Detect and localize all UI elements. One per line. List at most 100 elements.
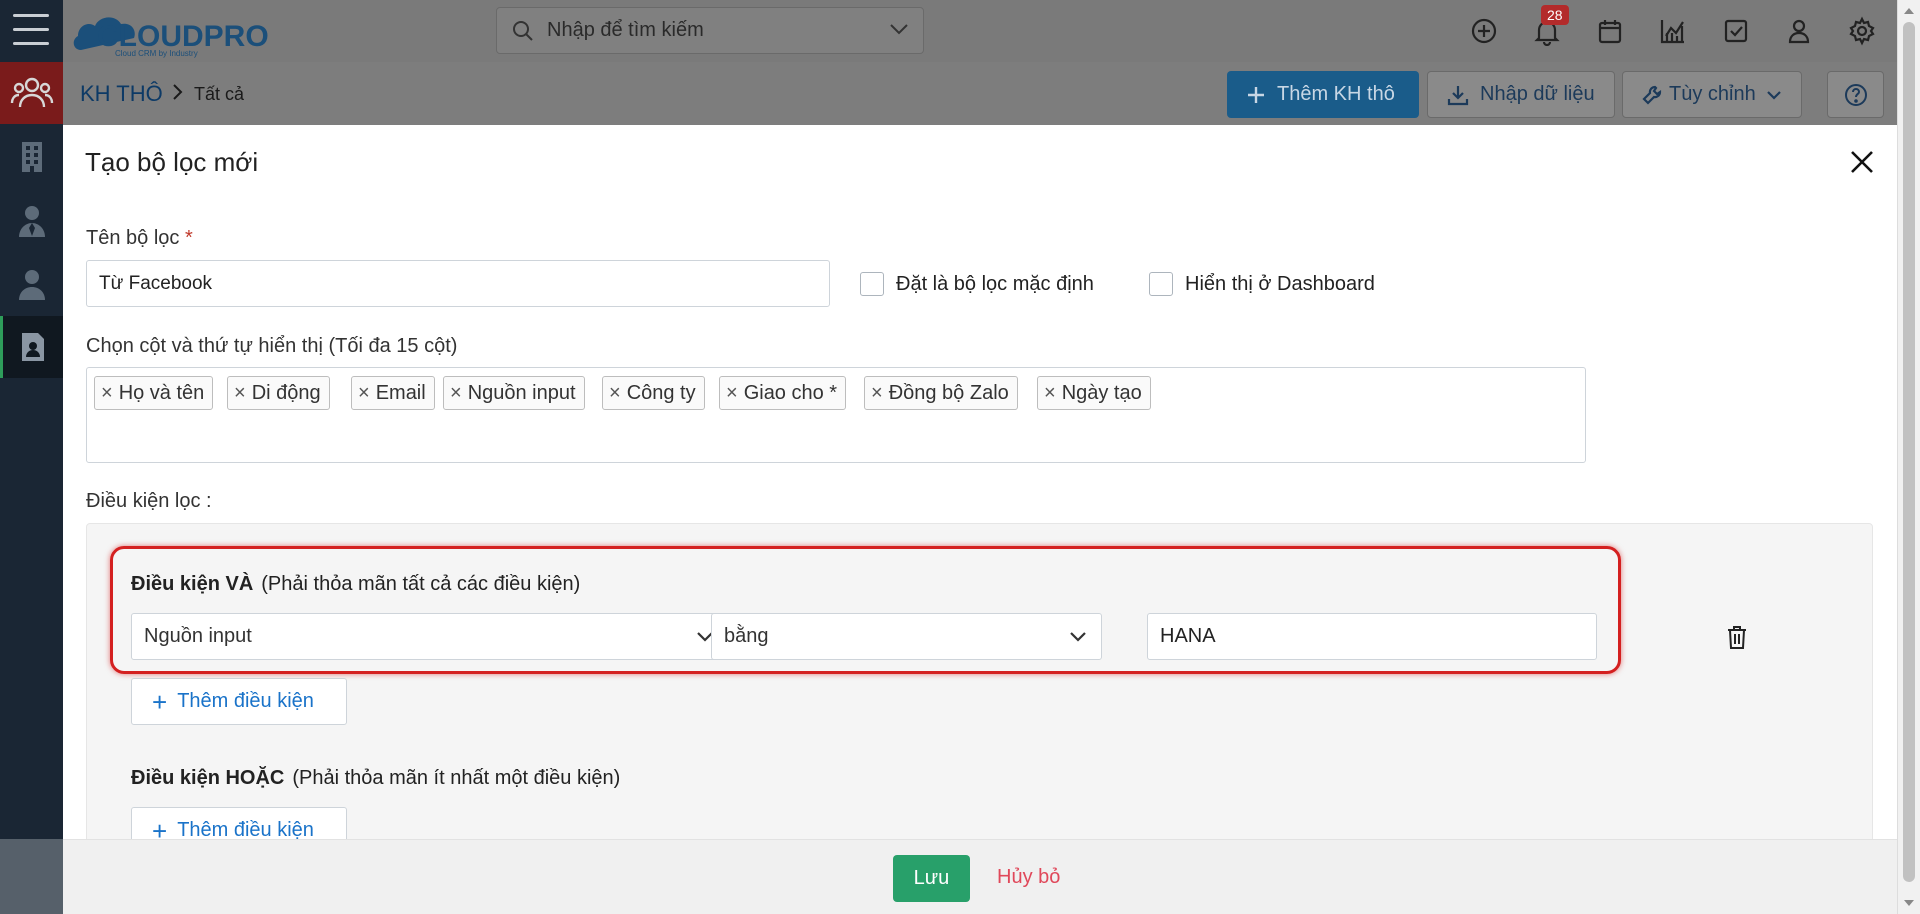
calendar-icon[interactable]: [1595, 16, 1625, 46]
gear-icon[interactable]: [1847, 16, 1877, 46]
import-data-label: Nhập dữ liệu: [1480, 83, 1595, 105]
show-on-dashboard-label: Hiển thị ở Dashboard: [1185, 273, 1375, 295]
sidebar-item-organizations[interactable]: [0, 126, 63, 188]
scroll-up-icon[interactable]: [1904, 8, 1914, 14]
column-tag[interactable]: × Giao cho *: [719, 376, 847, 410]
sidebar-item-leads[interactable]: [0, 190, 63, 252]
sidebar-item-users[interactable]: [0, 254, 63, 316]
remove-tag-icon[interactable]: ×: [1044, 382, 1056, 405]
column-tag-label: Ngày tạo: [1061, 381, 1142, 404]
column-tag-label: Di động: [251, 381, 321, 404]
required-marker: *: [184, 227, 193, 249]
sidebar-item-contacts[interactable]: [0, 62, 63, 124]
search-placeholder: Nhập để tìm kiếm: [547, 19, 704, 41]
and-group-title: Điều kiện VÀ (Phải thỏa mãn tất cả các đi…: [131, 573, 580, 596]
condition-field-value: Nguồn input: [144, 625, 252, 647]
column-tag-label: Công ty: [626, 381, 696, 404]
show-on-dashboard-checkbox[interactable]: [1149, 272, 1173, 296]
default-filter-label: Đặt là bộ lọc mặc định: [896, 273, 1094, 295]
default-filter-checkbox[interactable]: [860, 272, 884, 296]
condition-value-input[interactable]: [1147, 613, 1597, 660]
logo-tagline: Cloud CRM by Industry: [115, 49, 198, 58]
app-window: CLOUDPRO Cloud CRM by Industry Nhập để t…: [0, 0, 1920, 914]
add-raw-lead-button[interactable]: Thêm KH thô: [1227, 71, 1419, 118]
column-tag[interactable]: × Ngày tạo: [1037, 376, 1151, 410]
remove-tag-icon[interactable]: ×: [358, 382, 370, 405]
chevron-down-icon: [1070, 632, 1086, 642]
person-tie-icon: [18, 206, 45, 237]
column-tag[interactable]: × Nguồn input: [443, 376, 585, 410]
columns-multiselect[interactable]: × Họ và tên × Di động × Email × Nguồn input …: [86, 367, 1586, 463]
column-tag-label: Giao cho *: [743, 381, 838, 404]
breadcrumb-view[interactable]: Tất cả: [194, 84, 244, 105]
and-group-hint: (Phải thỏa mãn tất cả các điều kiện): [261, 573, 581, 595]
customize-label: Tùy chỉnh: [1669, 83, 1756, 105]
page-scrollbar[interactable]: [1897, 0, 1920, 914]
close-icon[interactable]: [1847, 147, 1877, 177]
condition-operator-select[interactable]: bằng: [711, 613, 1102, 660]
cloudpro-logo[interactable]: CLOUDPRO Cloud CRM by Industry: [71, 6, 301, 58]
column-tag[interactable]: × Đồng bộ Zalo: [864, 376, 1018, 410]
document-person-icon: [22, 333, 44, 361]
condition-operator-value: bằng: [724, 625, 769, 647]
user-icon[interactable]: [1784, 16, 1814, 46]
chart-icon[interactable]: [1658, 16, 1688, 46]
sidebar-item-raw-leads[interactable]: [0, 316, 63, 378]
columns-label: Chọn cột và thứ tự hiển thị (Tối đa 15 c…: [86, 335, 458, 357]
modal-footer: Lưu Hủy bỏ: [63, 839, 1897, 914]
and-group-name: Điều kiện VÀ: [131, 573, 254, 595]
contacts-group-icon: [10, 77, 53, 108]
question-circle-icon: [1844, 83, 1867, 106]
customize-button[interactable]: Tùy chỉnh: [1622, 71, 1802, 118]
scrollbar-thumb[interactable]: [1903, 22, 1915, 882]
or-group-name: Điều kiện HOẶC: [131, 767, 285, 789]
column-tag-label: Đồng bộ Zalo: [888, 381, 1009, 404]
column-tag[interactable]: × Họ và tên: [94, 376, 214, 410]
column-tag-label: Email: [375, 381, 426, 404]
add-and-condition-label: Thêm điều kiện: [177, 690, 314, 712]
plus-circle-icon[interactable]: [1469, 16, 1499, 46]
conditions-label: Điều kiện lọc :: [86, 490, 212, 512]
breadcrumb-bar: KH THÔ Tất cả Thêm KH thô Nhập dữ liệu T…: [63, 62, 1897, 125]
column-tag[interactable]: × Di động: [227, 376, 330, 410]
or-group-hint: (Phải thỏa mãn ít nhất một điều kiện): [292, 767, 621, 789]
remove-tag-icon[interactable]: ×: [609, 382, 621, 405]
column-tag-label: Họ và tên: [118, 381, 205, 404]
global-search[interactable]: Nhập để tìm kiếm: [496, 7, 924, 54]
add-and-condition-button[interactable]: + Thêm điều kiện: [131, 678, 347, 725]
search-icon: [513, 20, 533, 41]
remove-tag-icon[interactable]: ×: [871, 382, 883, 405]
breadcrumb-module[interactable]: KH THÔ: [80, 81, 163, 107]
remove-tag-icon[interactable]: ×: [101, 382, 113, 405]
cancel-button[interactable]: Hủy bỏ: [997, 866, 1060, 889]
plus-icon: [1248, 86, 1264, 103]
add-raw-lead-label: Thêm KH thô: [1277, 83, 1395, 105]
download-icon: [1447, 85, 1469, 105]
sidebar-footer: [0, 839, 63, 914]
save-button[interactable]: Lưu: [893, 855, 970, 902]
filter-name-label: Tên bộ lọc *: [86, 227, 193, 250]
chevron-down-icon[interactable]: [889, 22, 909, 36]
chevron-right-icon: [173, 84, 183, 100]
scroll-down-icon[interactable]: [1904, 900, 1914, 906]
column-tag[interactable]: × Công ty: [602, 376, 705, 410]
sidebar: [0, 0, 63, 914]
column-tag[interactable]: × Email: [351, 376, 435, 410]
trash-icon[interactable]: [1725, 624, 1749, 650]
modal-title: Tạo bộ lọc mới: [85, 147, 259, 177]
import-data-button[interactable]: Nhập dữ liệu: [1427, 71, 1615, 118]
filter-name-input[interactable]: [86, 260, 830, 307]
create-filter-modal: Tạo bộ lọc mới Tên bộ lọc * Đặt là bộ lọ…: [63, 125, 1897, 854]
hamburger-menu-icon[interactable]: [13, 14, 49, 48]
task-check-icon[interactable]: [1721, 16, 1751, 46]
remove-tag-icon[interactable]: ×: [450, 382, 462, 405]
plus-icon: +: [152, 686, 168, 717]
remove-tag-icon[interactable]: ×: [234, 382, 246, 405]
person-icon: [18, 270, 45, 300]
or-group-title: Điều kiện HOẶC (Phải thỏa mãn ít nhất một…: [131, 767, 620, 790]
building-icon: [21, 142, 42, 172]
wrench-icon: [1642, 85, 1662, 105]
help-button[interactable]: [1827, 71, 1884, 118]
condition-field-select[interactable]: Nguồn input: [131, 613, 729, 660]
remove-tag-icon[interactable]: ×: [726, 382, 738, 405]
